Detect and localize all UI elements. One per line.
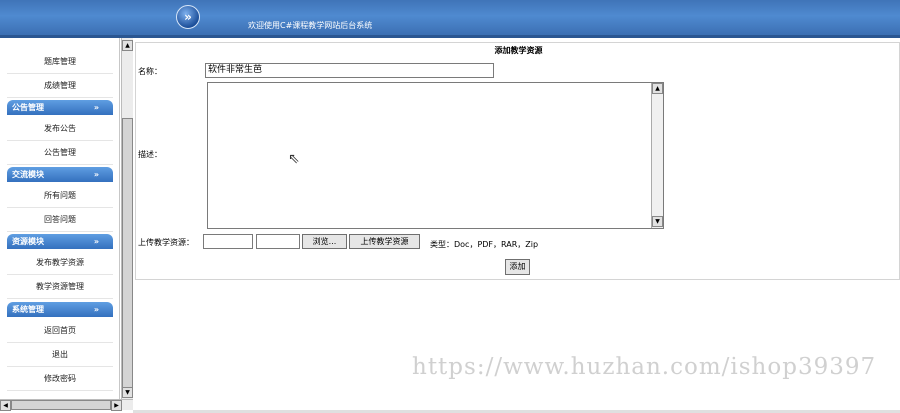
chevron-down-icon: » xyxy=(93,170,99,179)
upload-label: 上传教学资源： xyxy=(138,238,194,247)
scroll-down-icon[interactable]: ▼ xyxy=(652,216,663,227)
sidebar-item-grades[interactable]: 成绩管理 xyxy=(7,74,113,98)
sidebar-group-announcements[interactable]: 公告管理 » xyxy=(7,100,113,115)
group-title: 系统管理 xyxy=(12,305,44,314)
top-banner: » 欢迎使用C#课程教学网站后台系统 xyxy=(0,0,900,38)
scroll-thumb[interactable] xyxy=(122,118,133,388)
sidebar-item-manage-resources[interactable]: 教学资源管理 xyxy=(7,275,113,299)
sidebar-item-logout[interactable]: 退出 xyxy=(7,343,113,367)
file-path-input-2[interactable] xyxy=(256,234,300,249)
sidebar-item-all-questions[interactable]: 所有问题 xyxy=(7,184,113,208)
browse-button[interactable]: 浏览... xyxy=(302,234,347,249)
description-label: 描述： xyxy=(138,150,162,159)
sidebar-group-resources[interactable]: 资源模块 » xyxy=(7,234,113,249)
allowed-types-text: 类型：Doc，PDF，RAR，Zip xyxy=(430,240,539,249)
system-title: 欢迎使用C#课程教学网站后台系统 xyxy=(248,21,373,30)
scroll-up-icon[interactable]: ▲ xyxy=(652,83,663,94)
sidebar-item-home[interactable]: 返回首页 xyxy=(7,319,113,343)
chevron-down-icon: » xyxy=(93,305,99,314)
mouse-cursor-icon: ⇖ xyxy=(288,151,300,167)
add-submit-button[interactable]: 添加 xyxy=(505,259,530,275)
chevron-down-icon: » xyxy=(93,237,99,246)
group-title: 资源模块 xyxy=(12,237,44,246)
group-title: 交流模块 xyxy=(12,170,44,179)
name-label: 名称： xyxy=(138,67,162,76)
scroll-up-icon[interactable]: ▲ xyxy=(122,40,133,51)
chevron-down-icon: » xyxy=(93,103,99,112)
sidebar: 题库管理 成绩管理 公告管理 » 发布公告 公告管理 交流模块 » 所有问题 回… xyxy=(0,38,120,399)
sidebar-item-change-password[interactable]: 修改密码 xyxy=(7,367,113,391)
group-title: 公告管理 xyxy=(12,103,44,112)
sidebar-group-system[interactable]: 系统管理 » xyxy=(7,302,113,317)
scroll-right-icon[interactable]: ▶ xyxy=(111,400,122,411)
description-textarea[interactable]: ▲ ▼ xyxy=(207,82,664,229)
upload-button[interactable]: 上传教学资源 xyxy=(349,234,420,249)
sidebar-vertical-scrollbar[interactable]: ▲ ▼ xyxy=(121,38,133,399)
watermark: https://www.huzhan.com/ishop39397 xyxy=(412,354,877,380)
sidebar-item-question-bank[interactable]: 题库管理 xyxy=(7,50,113,74)
add-resource-form: 添加教学资源 名称： 软件非常生芭 描述： ▲ ▼ 上传教学资源： 浏览... … xyxy=(135,42,900,280)
form-title: 添加教学资源 xyxy=(494,46,543,55)
scroll-down-icon[interactable]: ▼ xyxy=(122,387,133,398)
scroll-left-icon[interactable]: ◀ xyxy=(0,400,11,411)
sidebar-horizontal-scrollbar[interactable]: ◀ ▶ xyxy=(0,399,133,411)
double-chevron-right-icon[interactable]: » xyxy=(176,5,200,29)
sidebar-item-manage-announcements[interactable]: 公告管理 xyxy=(7,141,113,165)
sidebar-item-publish-announcement[interactable]: 发布公告 xyxy=(7,117,113,141)
sidebar-item-answer-questions[interactable]: 回答问题 xyxy=(7,208,113,232)
name-input[interactable]: 软件非常生芭 xyxy=(205,63,494,78)
textarea-scrollbar[interactable]: ▲ ▼ xyxy=(651,83,663,228)
scroll-thumb[interactable] xyxy=(11,400,111,410)
sidebar-item-publish-resource[interactable]: 发布教学资源 xyxy=(7,251,113,275)
sidebar-group-communication[interactable]: 交流模块 » xyxy=(7,167,113,182)
file-path-input[interactable] xyxy=(203,234,253,249)
